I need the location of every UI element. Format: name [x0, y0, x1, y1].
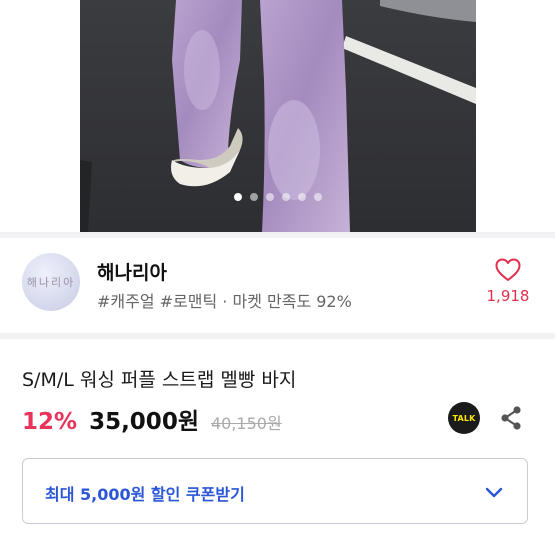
gallery-dot[interactable]: [249, 193, 258, 201]
shop-info[interactable]: 해나리아 해나리아 #캐주얼 #로맨틱 · 마켓 만족도 92% 1,918: [0, 238, 555, 333]
gallery-dot[interactable]: [281, 193, 290, 201]
shop-name[interactable]: 해나리아: [97, 258, 167, 285]
shop-avatar-text: 해나리아: [26, 276, 76, 289]
kakao-talk-icon[interactable]: TALK: [448, 402, 480, 434]
sale-price: 35,000원: [89, 409, 199, 435]
coupon-button[interactable]: 최대 5,000원 할인 쿠폰받기: [22, 458, 528, 524]
share-icon: [501, 406, 521, 430]
like-button[interactable]: 1,918: [483, 258, 533, 305]
product-title: S/M/L 워싱 퍼플 스트랩 멜빵 바지: [22, 369, 297, 391]
chevron-down-icon: [485, 487, 503, 498]
product-image-gallery[interactable]: [0, 0, 555, 232]
heart-outline-icon: [495, 258, 521, 281]
gallery-dot[interactable]: [313, 193, 322, 201]
gallery-pagination: [0, 193, 555, 201]
coupon-label: 최대 5,000원 할인 쿠폰받기: [45, 485, 245, 504]
price-row: 12% 35,000원 40,150원: [22, 402, 282, 438]
gallery-dot[interactable]: [233, 193, 242, 201]
discount-rate: 12%: [22, 409, 78, 435]
section-divider: [0, 333, 555, 339]
shop-tags: #캐주얼 #로맨틱 · 마켓 만족도 92%: [97, 292, 352, 311]
talk-label: TALK: [452, 413, 476, 423]
like-count: 1,918: [486, 287, 530, 305]
gallery-dot[interactable]: [265, 193, 274, 201]
original-price: 40,150원: [210, 414, 282, 433]
share-button[interactable]: [499, 405, 523, 435]
gallery-dot[interactable]: [297, 193, 306, 201]
shop-avatar[interactable]: 해나리아: [22, 253, 80, 311]
